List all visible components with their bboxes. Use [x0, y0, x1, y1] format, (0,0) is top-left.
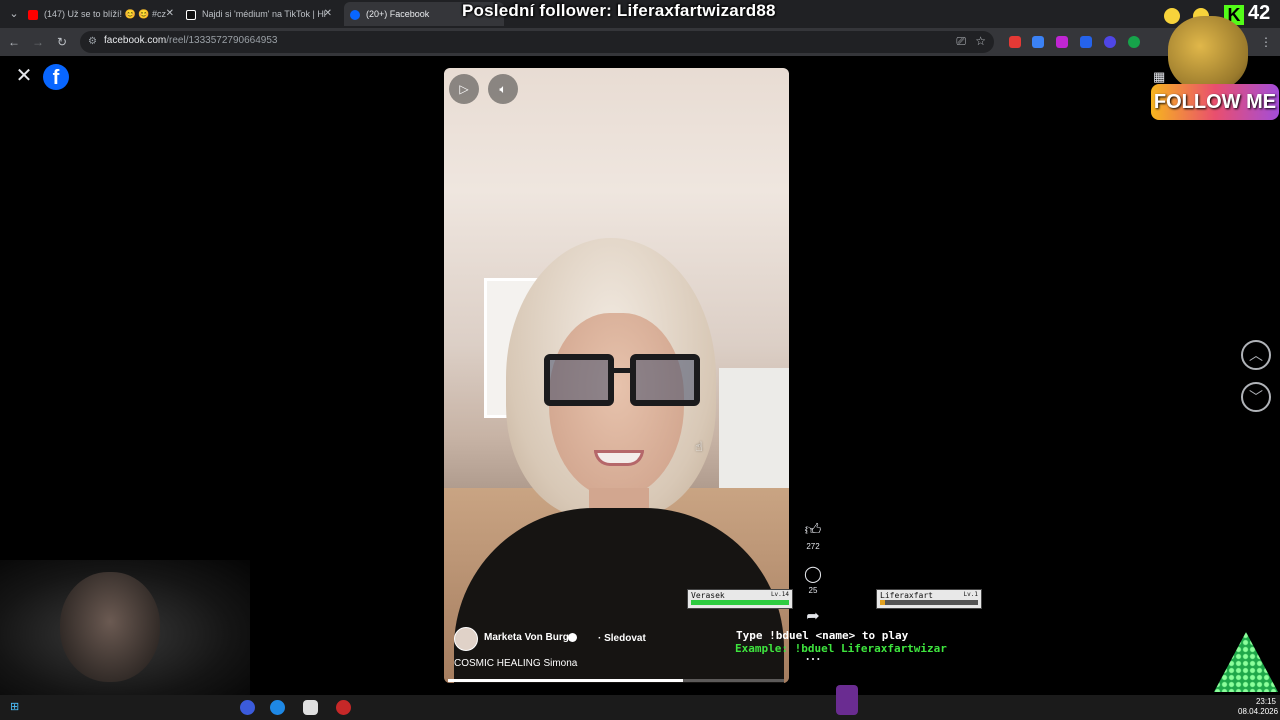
reload-icon[interactable]: ↻ [54, 34, 70, 50]
tab-search-icon[interactable]: ⌄ [6, 6, 22, 22]
extension-icon[interactable] [1009, 36, 1021, 48]
thumbs-up-icon: 👍︎ [804, 522, 822, 539]
windows-start-icon[interactable]: ⊞ [10, 702, 21, 713]
taskbar-app-icon[interactable] [303, 700, 318, 715]
extension-icon[interactable] [1104, 36, 1116, 48]
bookmark-star-icon[interactable]: ☆ [975, 34, 986, 48]
taskbar-app-icon[interactable] [240, 700, 255, 715]
taskbar-clock[interactable]: 23:15 08.04.2026 [1238, 697, 1279, 717]
volume-icon[interactable]: 🔈︎ [488, 74, 518, 104]
taskbar: ⊞ 23:15 08.04.2026 [0, 685, 1280, 720]
play-icon[interactable]: ▷ [449, 74, 479, 104]
duel-instructions: Type !bduel <name> to play [736, 629, 909, 642]
comment-button[interactable]: ◯ 25 [800, 566, 826, 595]
follow-button[interactable]: · Sledovat [598, 633, 646, 644]
video-progress-fill [448, 679, 684, 682]
browser-toolbar: ← → ↻ ⚙ facebook.com/reel/13335727906649… [0, 28, 1280, 56]
back-icon[interactable]: ← [6, 34, 22, 50]
clock-time: 23:15 [1255, 697, 1276, 706]
address-bar[interactable]: ⚙ facebook.com/reel/1333572790664953 ⎚ ☆ [80, 31, 994, 53]
facebook-logo-icon[interactable]: f [43, 64, 69, 90]
previous-reel-button[interactable]: ︿ [1241, 340, 1271, 370]
site-info-icon[interactable]: ⚙ [88, 36, 100, 48]
duel-player-card: Verasek Lv.14 [687, 589, 793, 609]
viewer-count: 42 [1248, 2, 1271, 24]
extension-icon[interactable] [1128, 36, 1140, 48]
extension-icon[interactable] [1032, 36, 1044, 48]
follow-me-overlay: FOLLOW ME [1151, 84, 1279, 120]
youtube-icon [28, 9, 38, 20]
share-icon: ➦ [806, 608, 820, 625]
tab-title: (20+) Facebook [366, 9, 430, 19]
close-reel-icon[interactable]: ✕ [14, 66, 34, 86]
duel-player-name: Verasek [691, 591, 725, 600]
video-progress-bar[interactable] [448, 679, 784, 682]
duel-hp-fill [880, 600, 885, 605]
extension-icon[interactable] [1080, 36, 1092, 48]
tab-youtube[interactable]: (147) Už se to blíží! 😊 😊 #cz ✕ [28, 2, 178, 26]
taskbar-app-icon[interactable] [270, 700, 285, 715]
menu-icon[interactable]: ⋮ [1258, 34, 1274, 50]
like-button[interactable]: 👍︎ 272 [800, 522, 826, 551]
duel-hp-bar [691, 600, 789, 605]
install-app-icon[interactable]: ⎚ [956, 34, 966, 49]
duel-hp-bar [880, 600, 978, 605]
streamer-webcam [0, 560, 250, 695]
tab-tiktok[interactable]: Najdi si 'médium' na TikTok | Hl ✕ [186, 2, 336, 26]
taskbar-app-icon[interactable] [336, 700, 351, 715]
streamer-figure [60, 572, 160, 682]
duel-player-level: Lv.14 [770, 591, 789, 598]
avatar[interactable] [454, 627, 478, 651]
reel-caption: COSMIC HEALING Simona [454, 658, 578, 669]
video-subject [544, 354, 614, 406]
christmas-tree-overlay [1214, 632, 1278, 692]
duel-example: Example: !bduel Liferaxfartwizar [735, 642, 947, 655]
facebook-icon [350, 9, 360, 20]
duel-hp-fill [691, 600, 789, 605]
tab-title: (147) Už se to blíží! 😊 😊 #cz [44, 9, 166, 19]
mouse-cursor-icon: ☝︎ [695, 439, 703, 454]
close-tab-icon[interactable]: ✕ [166, 2, 174, 26]
duel-player-level: Lv.1 [963, 591, 978, 598]
reel-owner-name[interactable]: Marketa Von Burg [484, 632, 569, 643]
pixel-character-icon [836, 685, 858, 715]
video-subject [612, 368, 632, 373]
verified-badge-icon [568, 633, 577, 642]
url-text: facebook.com/reel/1333572790664953 [104, 35, 278, 46]
duel-player-name: Liferaxfart [880, 591, 933, 600]
close-tab-icon[interactable]: ✕ [324, 2, 332, 26]
video-subject [630, 354, 700, 406]
tab-title: Najdi si 'médium' na TikTok | Hl [202, 9, 326, 19]
tiktok-icon [186, 9, 196, 20]
apps-grid-icon[interactable]: ▦ [1153, 70, 1167, 84]
clock-date: 08.04.2026 [1238, 707, 1279, 716]
like-count: 272 [806, 542, 820, 551]
share-button[interactable]: ➦ [800, 608, 826, 626]
forward-icon[interactable]: → [30, 34, 46, 50]
emoji-icon [1164, 8, 1180, 24]
toad-mascot-icon [1168, 16, 1248, 91]
comment-icon: ◯ [804, 566, 822, 583]
last-follower-banner: Poslední follower: Liferaxfartwizard88 [462, 1, 776, 20]
next-reel-button[interactable]: ﹀ [1241, 382, 1271, 412]
extension-icon[interactable] [1056, 36, 1068, 48]
comment-count: 25 [808, 586, 818, 595]
duel-player-card: Liferaxfart Lv.1 [876, 589, 982, 609]
